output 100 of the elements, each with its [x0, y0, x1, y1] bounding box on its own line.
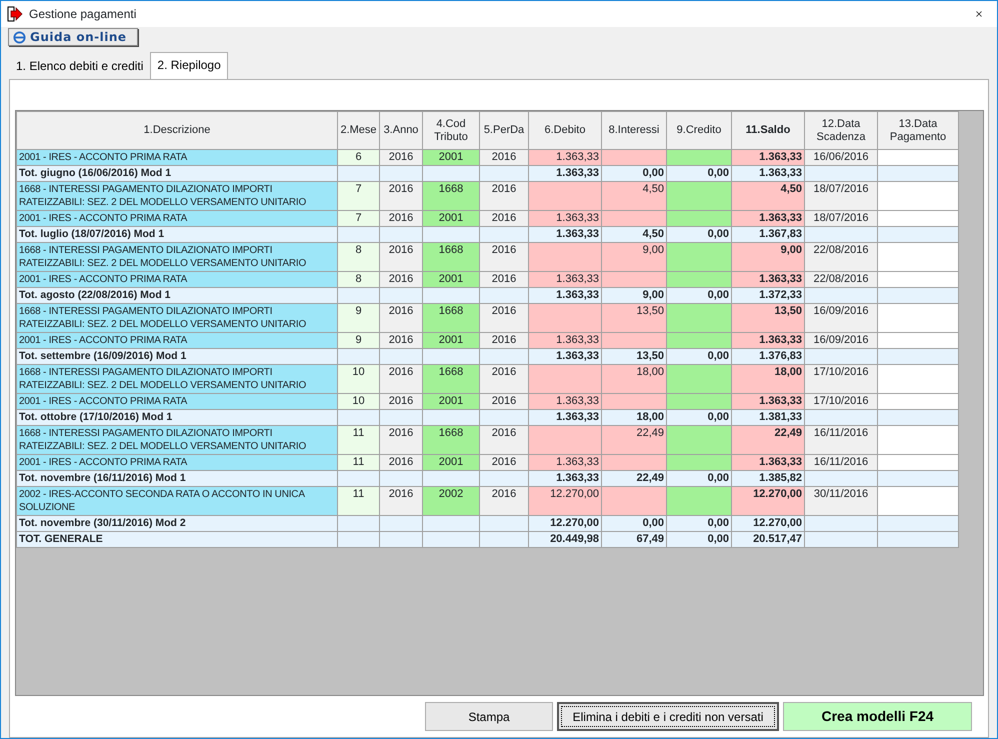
description-text: Tot. settembre (16/09/2016) Mod 1 — [19, 350, 186, 362]
description-text: 2001 - IRES - ACCONTO PRIMA RATA — [19, 274, 188, 285]
cell-text: 1.376,83 — [759, 350, 802, 362]
cell-text: 2016 — [492, 456, 516, 468]
column-header[interactable]: 1.Descrizione — [16, 112, 338, 150]
cell-text: 2001 — [438, 456, 464, 468]
column-header[interactable]: 13.Data Pagamento — [878, 112, 958, 150]
cell-text: 2016 — [388, 183, 414, 195]
cell-text: 1.381,33 — [759, 411, 802, 423]
cell-text: 11 — [352, 456, 364, 468]
cell-text: 2016 — [492, 395, 516, 407]
column-header[interactable]: 6.Debito — [528, 112, 602, 150]
action-button[interactable]: Stampa — [425, 702, 553, 731]
cell-text: 22/08/2016 — [813, 244, 869, 256]
description-text: 1668 - INTERESSI PAGAMENTO DILAZIONATO IMPORTI RATEIZZABILI: SEZ. 2 DEL MODELLO VERSAMENTO UNITARIO — [19, 245, 306, 269]
column-header[interactable]: 11.Saldo — [732, 112, 804, 150]
cell-text: 2016 — [388, 456, 414, 468]
cell-text: 12.270,00 — [550, 488, 599, 500]
column-header[interactable]: 2.Mese — [338, 112, 380, 150]
cell-text: 20.517,47 — [753, 533, 802, 545]
cell-text: 1.363,33 — [556, 395, 599, 407]
cell-text: 17/10/2016 — [813, 366, 869, 378]
description-text: Tot. novembre (30/11/2016) Mod 2 — [19, 517, 186, 529]
cell-text: 2016 — [492, 183, 516, 195]
cell-text: 22,49 — [636, 472, 664, 484]
cell-text: 0,00 — [708, 533, 729, 545]
cell-text: 2001 — [438, 212, 464, 224]
cell-text: 9 — [355, 305, 362, 317]
cell-text: 1.363,33 — [556, 350, 599, 362]
description-text: Tot. novembre (16/11/2016) Mod 1 — [19, 472, 186, 484]
cell-text: 13,50 — [774, 305, 802, 317]
cell-text: 1.363,33 — [556, 212, 599, 224]
cell-text: 0,00 — [708, 517, 729, 529]
cell-text: 0,00 — [642, 167, 664, 179]
cell-text: 1.363,33 — [556, 167, 599, 179]
cell-text: 22,49 — [636, 427, 664, 439]
cell-text: 16/09/2016 — [813, 334, 869, 346]
cell-text: 0,00 — [708, 167, 729, 179]
cell-text: 2016 — [388, 305, 414, 317]
cell-text: 0,00 — [708, 411, 729, 423]
column-header[interactable]: 5.PerDa — [480, 112, 528, 150]
column-header[interactable]: 4.Cod Tributo — [422, 112, 480, 150]
cell-text: 0,00 — [708, 472, 729, 484]
cell-text: 18/07/2016 — [813, 212, 869, 224]
cell-text: 2016 — [492, 305, 516, 317]
cell-text: 13,50 — [636, 350, 664, 362]
cell-text: 6 — [355, 151, 362, 163]
cell-text: 1.363,33 — [556, 334, 599, 346]
cell-text: 16/09/2016 — [813, 305, 869, 317]
cell-text: 4,50 — [642, 228, 664, 240]
cell-text: 1.363,33 — [759, 395, 802, 407]
cell-text: 1668 — [438, 244, 464, 256]
cell-text: 1.363,33 — [556, 273, 599, 285]
description-text: 2001 - IRES - ACCONTO PRIMA RATA — [19, 152, 188, 163]
cell-text: 2016 — [492, 212, 516, 224]
cell-text: 2016 — [388, 273, 414, 285]
cell-text: 2001 — [438, 395, 464, 407]
description-text: 2001 - IRES - ACCONTO PRIMA RATA — [19, 213, 188, 224]
cell-text: 1.363,33 — [556, 411, 599, 423]
tab[interactable]: 2. Riepilogo — [150, 52, 228, 79]
cell-text: 18/07/2016 — [813, 183, 869, 195]
cell-text: 2016 — [492, 488, 516, 500]
cell-text: 1668 — [438, 427, 464, 439]
help-button[interactable]: Guida on-line — [8, 28, 138, 46]
action-button[interactable]: Elimina i debiti e i crediti non versati — [557, 702, 779, 731]
cell-text: 4,50 — [780, 183, 802, 195]
cell-text: 7 — [355, 183, 362, 195]
action-button[interactable]: Crea modelli F24 — [783, 702, 972, 731]
cell-text: 2016 — [388, 366, 414, 378]
cell-text: 12.270,00 — [550, 517, 599, 529]
window-title: Gestione pagamenti — [29, 6, 136, 23]
cell-text: 13,50 — [636, 305, 664, 317]
description-text: 1668 - INTERESSI PAGAMENTO DILAZIONATO IMPORTI RATEIZZABILI: SEZ. 2 DEL MODELLO VERSAMENTO UNITARIO — [19, 367, 306, 391]
cell-text: 2016 — [388, 334, 414, 346]
cell-text: 1.363,33 — [556, 228, 599, 240]
column-header[interactable]: 8.Interessi — [602, 112, 666, 150]
description-text: 1668 - INTERESSI PAGAMENTO DILAZIONATO IMPORTI RATEIZZABILI: SEZ. 2 DEL MODELLO VERSAMENTO UNITARIO — [19, 428, 306, 452]
cell-text: 2016 — [492, 334, 516, 346]
cell-text: 2016 — [388, 151, 414, 163]
column-header[interactable]: 12.Data Scadenza — [804, 112, 878, 150]
description-text: 2001 - IRES - ACCONTO PRIMA RATA — [19, 457, 188, 468]
cell-text: 8 — [355, 273, 362, 285]
column-header[interactable]: 3.Anno — [380, 112, 422, 150]
description-text: 2002 - IRES-ACCONTO SECONDA RATA O ACCONTO IN UNICA SOLUZIONE — [19, 489, 304, 513]
tab[interactable]: 1. Elenco debiti e crediti — [9, 53, 150, 79]
cell-text: 0,00 — [708, 228, 729, 240]
cell-text: 0,00 — [708, 350, 729, 362]
cell-text: 2016 — [492, 151, 516, 163]
cell-text: 16/06/2016 — [813, 151, 869, 163]
description-text: Tot. luglio (18/07/2016) Mod 1 — [19, 228, 164, 240]
cell-text: 1.363,33 — [759, 151, 802, 163]
cell-text: 12.270,00 — [753, 488, 802, 500]
cell-text: 1.363,33 — [759, 167, 802, 179]
description-text: 1668 - INTERESSI PAGAMENTO DILAZIONATO IMPORTI RATEIZZABILI: SEZ. 2 DEL MODELLO VERSAMENTO UNITARIO — [19, 306, 306, 330]
app-icon — [7, 6, 23, 22]
cell-text: 2016 — [388, 212, 414, 224]
column-header[interactable]: 9.Credito — [666, 112, 732, 150]
cell-text: 0,00 — [642, 517, 664, 529]
cell-text: 16/11/2016 — [814, 427, 868, 439]
cell-text: 1668 — [438, 366, 464, 378]
